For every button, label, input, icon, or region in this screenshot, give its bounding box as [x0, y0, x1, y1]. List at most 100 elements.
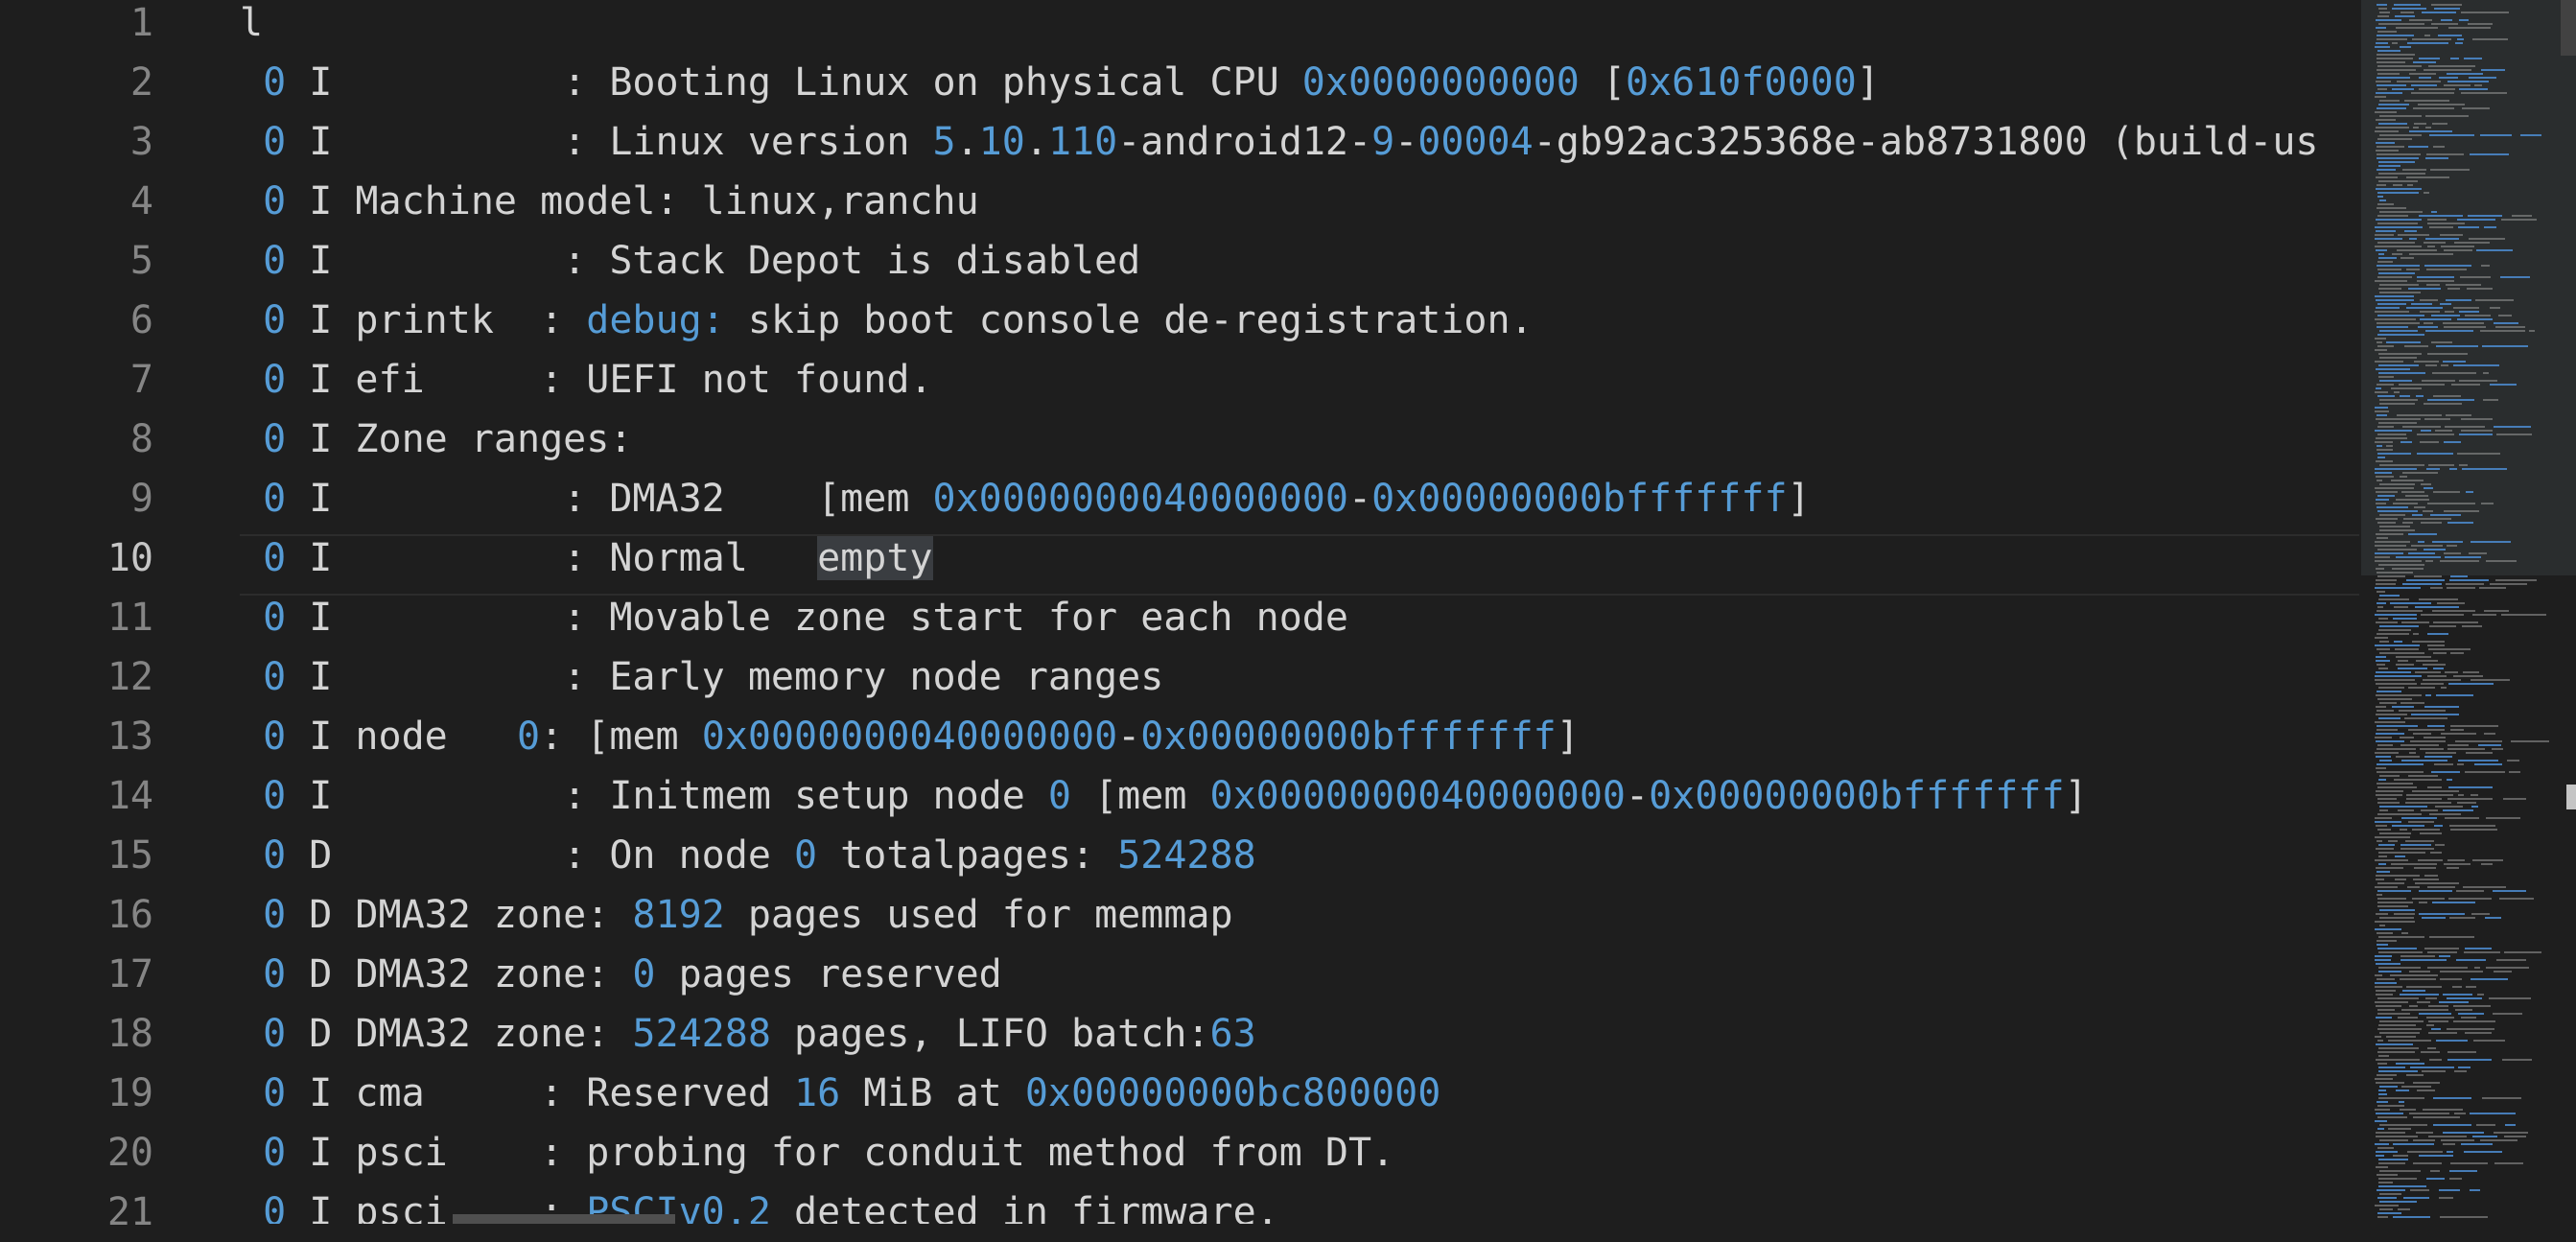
line-number: 10 — [106, 536, 153, 580]
number-token: 0x0000000040000000 — [932, 477, 1348, 521]
text-token: I : Linux version — [286, 120, 933, 164]
number-token: 110 — [1047, 120, 1118, 164]
line-number: 7 — [129, 358, 153, 402]
number-token: 0 — [263, 1071, 287, 1115]
text-token: I psci : probing for conduit method from… — [286, 1131, 1395, 1175]
text-token: pages reserved — [655, 952, 1002, 996]
text-token: MiB at — [840, 1071, 1025, 1115]
code-line[interactable]: 0 I node 0: [mem 0x0000000040000000-0x00… — [240, 707, 1580, 766]
line-number: 13 — [106, 715, 153, 759]
code-line[interactable]: 0 I printk : debug: skip boot console de… — [240, 291, 1534, 350]
code-line[interactable]: 0 I : Initmem setup node 0 [mem 0x000000… — [240, 766, 2088, 826]
number-token: 0 — [263, 596, 287, 640]
number-token: debug: — [586, 298, 725, 342]
text-token: I cma : Reserved — [286, 1071, 794, 1115]
text-token: l — [240, 1, 264, 45]
number-token: 0 — [263, 358, 287, 402]
number-token: 63 — [1209, 1012, 1256, 1056]
number-token: 0x0000000040000000 — [701, 715, 1118, 759]
text-token: pages, LIFO batch: — [770, 1012, 1210, 1056]
text-token: I : Booting Linux on physical CPU — [286, 60, 1302, 105]
code-line[interactable]: 0 I : Movable zone start for each node — [240, 588, 1348, 647]
number-token: 524288 — [1117, 833, 1256, 878]
text-token: [mem — [1071, 774, 1210, 818]
code-line[interactable]: 0 I : Early memory node ranges — [240, 647, 1163, 707]
number-token: 0 — [794, 833, 818, 878]
highlighted-token: empty — [817, 536, 933, 580]
line-number: 14 — [106, 774, 153, 818]
text-token: -gb92ac325368e-ab8731800 (build-us — [1533, 120, 2319, 164]
code-line[interactable]: 0 I : Linux version 5.10.110-android12-9… — [240, 112, 2319, 172]
text-token: D DMA32 zone: — [286, 952, 633, 996]
code-line[interactable]: 0 I psci : probing for conduit method fr… — [240, 1123, 1394, 1183]
code-line[interactable]: 0 I : Stack Depot is disabled — [240, 231, 1140, 291]
code-line[interactable]: 0 I : Normal empty — [240, 528, 933, 588]
text-token: . — [1024, 120, 1048, 164]
code-line[interactable]: 0 D DMA32 zone: 8192 pages used for memm… — [240, 885, 1232, 945]
line-number: 1 — [129, 1, 153, 45]
number-token: 0x00000000bfffffff — [1649, 774, 2065, 818]
code-line[interactable]: l — [240, 0, 263, 53]
code-line[interactable]: 0 I Zone ranges: — [240, 410, 632, 469]
scrollbar-cursor-marker — [2566, 785, 2576, 809]
number-token: 0 — [517, 715, 541, 759]
code-area[interactable]: l 0 I : Booting Linux on physical CPU 0x… — [240, 0, 2359, 1224]
code-line[interactable]: 0 I Machine model: linux,ranchu — [240, 172, 979, 231]
number-token: 0 — [263, 417, 287, 461]
horizontal-scrollbar-thumb[interactable] — [453, 1214, 675, 1224]
number-token: 0 — [1047, 774, 1071, 818]
text-token: D DMA32 zone: — [286, 1012, 633, 1056]
text-token: I : Movable zone start for each node — [286, 596, 1348, 640]
minimap[interactable] — [2361, 0, 2576, 1224]
number-token: 0 — [263, 298, 287, 342]
code-line[interactable]: 0 I cma : Reserved 16 MiB at 0x00000000b… — [240, 1064, 1440, 1123]
number-token: 0x610f0000 — [1625, 60, 1857, 105]
line-number: 15 — [106, 833, 153, 878]
line-number: 9 — [129, 477, 153, 521]
line-number: 18 — [106, 1012, 153, 1056]
number-token: 5 — [932, 120, 956, 164]
number-token: 0 — [263, 833, 287, 878]
text-token: skip boot console de-registration. — [724, 298, 1534, 342]
text-token: - — [1394, 120, 1418, 164]
text-token: I printk : — [286, 298, 587, 342]
text-token: I Zone ranges: — [286, 417, 633, 461]
code-line[interactable]: 0 I psci : PSCIv0.2 detected in firmware… — [240, 1183, 1279, 1224]
text-token: I : Initmem setup node — [286, 774, 1048, 818]
text-token: : [mem — [540, 715, 702, 759]
text-token: detected in firmware. — [770, 1190, 1279, 1224]
line-number: 6 — [129, 298, 153, 342]
line-number: 11 — [106, 596, 153, 640]
code-line[interactable]: 0 D : On node 0 totalpages: 524288 — [240, 826, 1256, 885]
line-number: 4 — [129, 179, 153, 223]
number-token: 10 — [978, 120, 1025, 164]
code-editor[interactable]: 1 2 3 4 5 6 7 8 9 10 11 12 13 14 15 16 17 18 19 20 21 l 0 I … — [0, 0, 2576, 1234]
number-token: 0 — [263, 477, 287, 521]
code-line[interactable]: 0 I : Booting Linux on physical CPU 0x00… — [240, 53, 1880, 112]
code-line[interactable]: 0 D DMA32 zone: 524288 pages, LIFO batch… — [240, 1004, 1256, 1064]
number-token: 0 — [263, 536, 287, 580]
text-token: I node — [286, 715, 518, 759]
line-number-gutter[interactable]: 1 2 3 4 5 6 7 8 9 10 11 12 13 14 15 16 17 18 19 20 21 — [0, 0, 201, 1234]
number-token: 0 — [263, 120, 287, 164]
number-token: 00004 — [1417, 120, 1534, 164]
code-line[interactable]: 0 D DMA32 zone: 0 pages reserved — [240, 945, 1002, 1004]
number-token: 0 — [263, 179, 287, 223]
code-line[interactable]: 0 I efi : UEFI not found. — [240, 350, 932, 410]
vertical-scrollbar-thumb[interactable] — [2561, 0, 2576, 56]
number-token: 0 — [263, 1190, 287, 1224]
text-token: ] — [1856, 60, 1880, 105]
number-token: 0 — [263, 1131, 287, 1175]
code-line[interactable]: 0 I : DMA32 [mem 0x0000000040000000-0x00… — [240, 469, 1811, 528]
